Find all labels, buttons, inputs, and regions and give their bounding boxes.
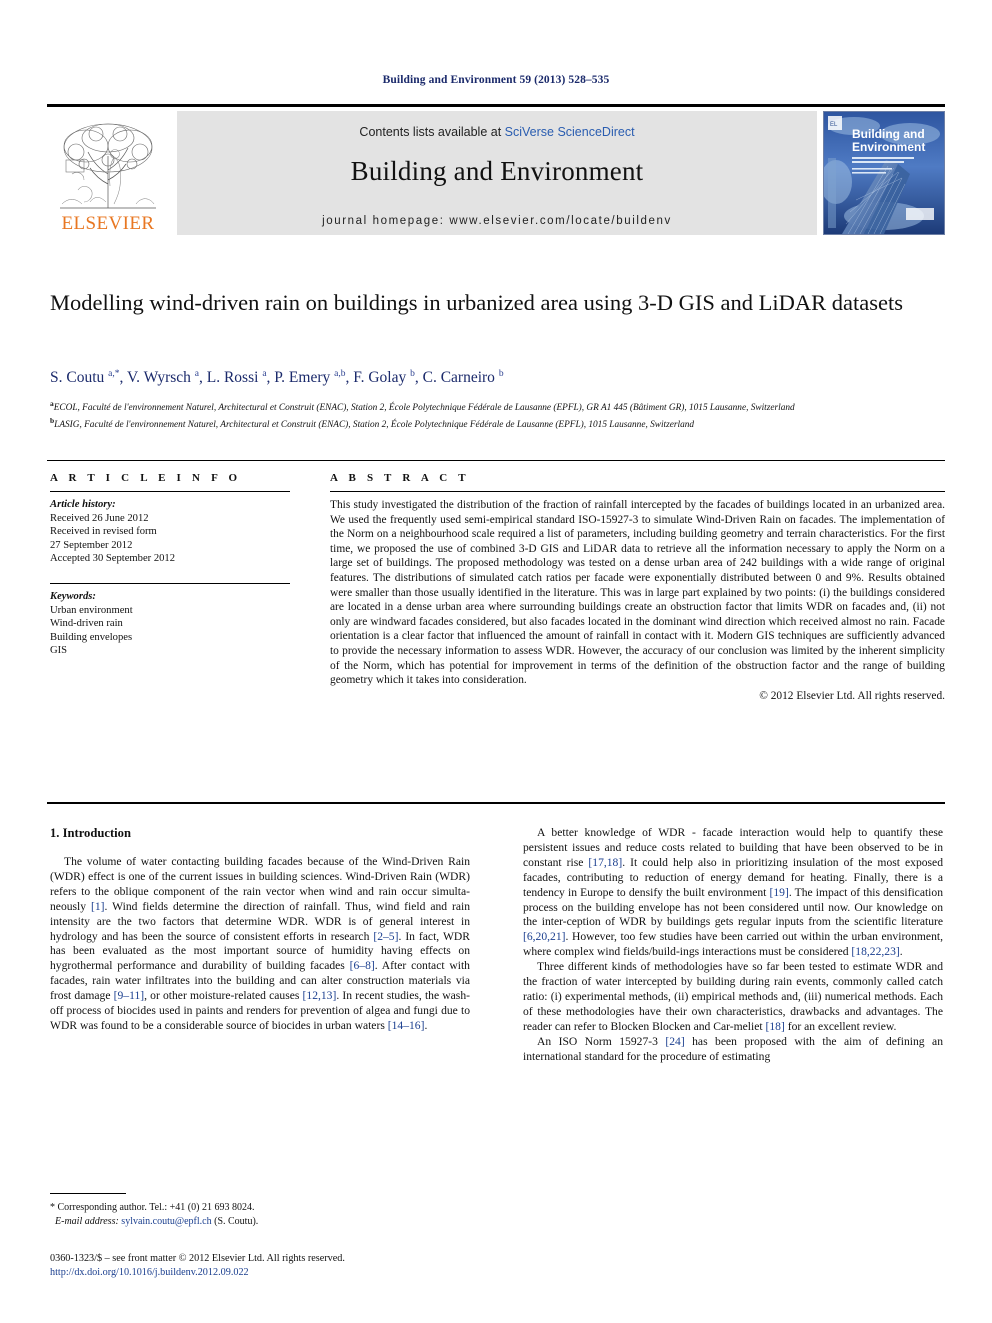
article-info-rule — [50, 491, 290, 492]
history-line: Received in revised form — [50, 526, 157, 538]
affiliation-a-text: ECOL, Faculté de l'environnement Naturel… — [53, 403, 795, 414]
history-line: 27 September 2012 — [50, 539, 133, 551]
body-paragraph: Three different kinds of methodologies h… — [523, 960, 943, 1033]
corresponding-author-footnote: * Corresponding author. Tel.: +41 (0) 21… — [50, 1193, 470, 1228]
article-history: Article history: Received 26 June 2012 R… — [50, 498, 290, 566]
body-column-left: 1. Introduction The volume of water cont… — [50, 826, 470, 1034]
elsevier-tree-icon — [52, 116, 164, 214]
affiliation-a: aECOL, Faculté de l'environnement Nature… — [50, 398, 940, 415]
contents-available-line: Contents lists available at SciVerse Sci… — [177, 125, 817, 139]
abstract-bottom-rule — [47, 802, 945, 804]
paper-title: Modelling wind-driven rain on buildings … — [50, 290, 903, 315]
footnote-email-line: E-mail address: sylvain.coutu@epfl.ch (S… — [50, 1215, 470, 1229]
keywords-rule — [50, 582, 290, 584]
running-head: Building and Environment 59 (2013) 528–5… — [382, 74, 610, 86]
journal-title: Building and Environment — [350, 156, 644, 186]
paper-page: Building and Environment 59 (2013) 528–5… — [0, 0, 992, 1323]
journal-masthead: ELSEVIER Contents lists available at Sci… — [47, 104, 945, 235]
body-paragraph: The volume of water contacting building … — [50, 855, 470, 1032]
footnote-corresponding: * Corresponding author. Tel.: +41 (0) 21… — [50, 1202, 255, 1213]
keyword-item: Building envelopes — [50, 631, 133, 643]
body-column-right: A better knowledge of WDR - facade inter… — [523, 826, 943, 1065]
elsevier-wordmark: ELSEVIER — [61, 213, 155, 234]
masthead-center: Contents lists available at SciVerse Sci… — [177, 111, 817, 235]
author-list: S. Coutu a,*, V. Wyrsch a, L. Rossi a, P… — [50, 369, 504, 387]
keywords-block: Keywords: Urban environment Wind-driven … — [50, 590, 290, 658]
keyword-item: Urban environment — [50, 604, 133, 616]
history-line: Accepted 30 September 2012 — [50, 553, 176, 565]
affiliations: aECOL, Faculté de l'environnement Nature… — [50, 398, 940, 431]
journal-cover-thumbnail: EL Building and Environment — [823, 111, 945, 235]
abstract-column: A B S T R A C T This study investigated … — [330, 472, 945, 704]
history-line: Received 26 June 2012 — [50, 512, 149, 524]
body-paragraph: A better knowledge of WDR - facade inter… — [523, 826, 943, 959]
journal-homepage[interactable]: journal homepage: www.elsevier.com/locat… — [177, 215, 817, 227]
article-info-heading: A R T I C L E I N F O — [50, 472, 242, 484]
issn-frontmatter-line: 0360-1323/$ – see front matter © 2012 El… — [50, 1253, 345, 1264]
abstract-text: This study investigated the distribution… — [330, 499, 945, 687]
keyword-item: GIS — [50, 645, 68, 657]
email-link[interactable]: sylvain.coutu@epfl.ch — [121, 1216, 211, 1227]
elsevier-logo: ELSEVIER — [47, 111, 169, 235]
svg-text:EL: EL — [830, 122, 838, 128]
abstract-rule — [330, 491, 945, 492]
email-owner: (S. Coutu). — [214, 1215, 259, 1227]
article-info-column: A R T I C L E I N F O Article history: R… — [50, 472, 290, 658]
doi-link[interactable]: http://dx.doi.org/10.1016/j.buildenv.201… — [50, 1266, 490, 1280]
footnote-rule — [50, 1193, 126, 1194]
svg-text:Building and: Building and — [852, 127, 925, 141]
section-heading-introduction: 1. Introduction — [50, 826, 131, 840]
abstract-top-rule — [47, 460, 945, 461]
article-history-label: Article history: — [50, 499, 116, 510]
abstract-heading: A B S T R A C T — [330, 472, 470, 484]
keywords-label: Keywords: — [50, 590, 96, 602]
sciencedirect-link[interactable]: SciVerse ScienceDirect — [505, 125, 635, 139]
keyword-item: Wind-driven rain — [50, 618, 123, 630]
affiliation-b: bLASIG, Faculté de l'environnement Natur… — [50, 415, 940, 432]
contents-prefix: Contents lists available at — [359, 125, 505, 139]
email-address-label: E-mail address: — [55, 1215, 119, 1227]
body-paragraph: An ISO Norm 15927-3 [24] has been propos… — [523, 1034, 944, 1063]
svg-text:Environment: Environment — [852, 140, 925, 154]
affiliation-b-text: LASIG, Faculté de l'environnement Nature… — [54, 419, 695, 430]
imprint-block: 0360-1323/$ – see front matter © 2012 El… — [50, 1252, 490, 1280]
abstract-copyright: © 2012 Elsevier Ltd. All rights reserved… — [759, 689, 945, 702]
